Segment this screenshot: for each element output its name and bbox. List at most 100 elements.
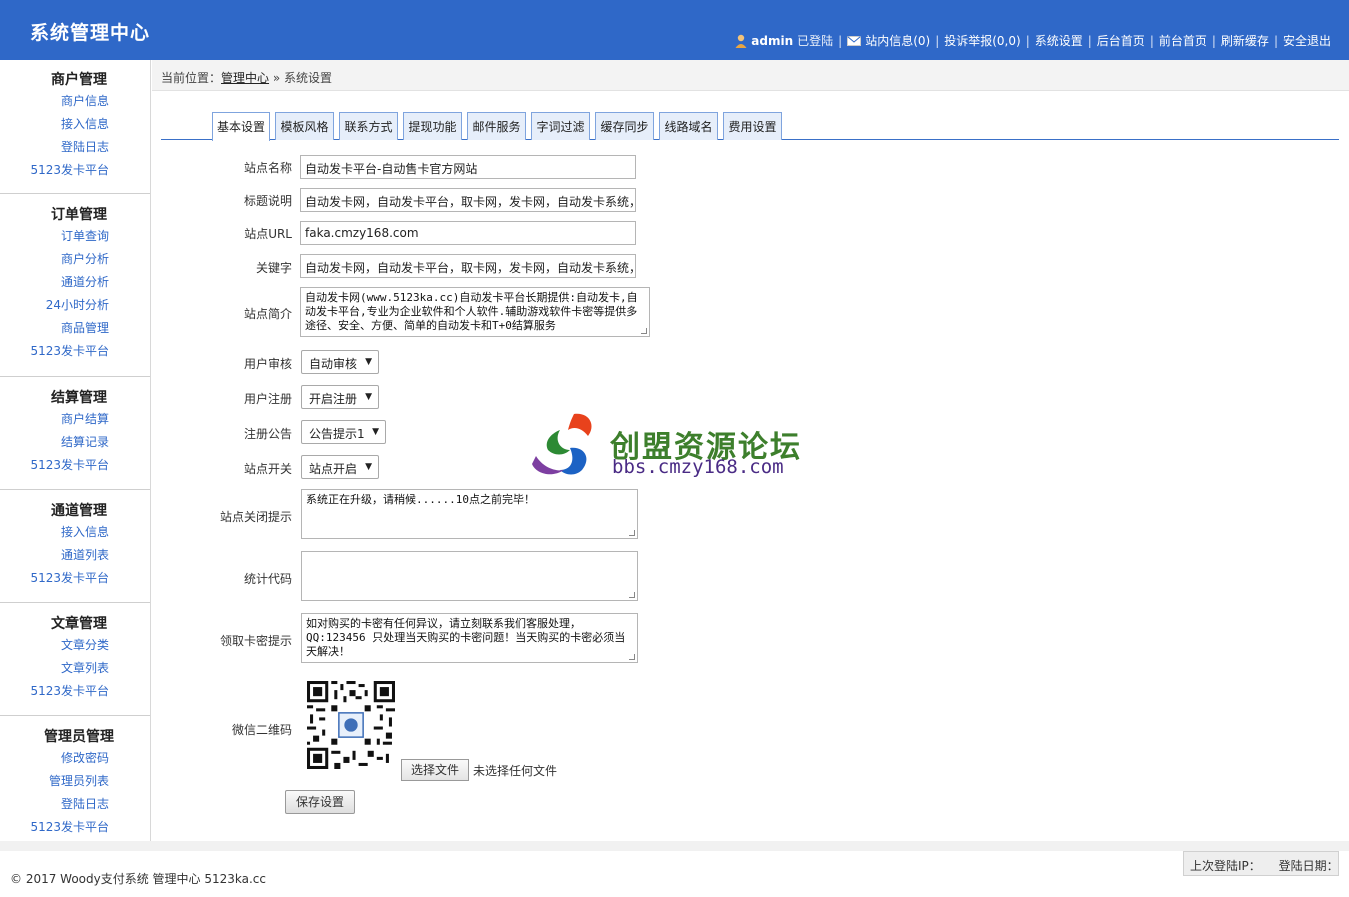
register-notice-select[interactable]: 公告提示1 ▼ (301, 420, 386, 444)
file-status-text: 未选择任何文件 (473, 764, 558, 778)
menu-title: 结算管理 (51, 390, 107, 406)
resize-handle[interactable] (629, 530, 635, 536)
breadcrumb-separator: » (269, 71, 285, 85)
label-site-url: 站点URL (244, 227, 292, 241)
link-admin-home[interactable]: 后台首页 (1097, 32, 1145, 49)
sidebar-item-platform[interactable]: 5123发卡平台 (0, 680, 150, 703)
sidebar-item-admin-list[interactable]: 管理员列表 (0, 770, 150, 793)
resize-handle[interactable] (629, 654, 635, 660)
label-user-register: 用户注册 (243, 392, 292, 406)
site-url-input[interactable]: faka.cmzy168.com (300, 221, 636, 245)
link-complaints[interactable]: 投诉举报(0,0) (944, 32, 1020, 49)
logged-status: 已登陆 (797, 34, 834, 48)
tab-template-style[interactable]: 模板风格 (275, 112, 334, 140)
sidebar-item-login-log[interactable]: 登陆日志 (0, 793, 150, 816)
site-name-input[interactable]: 自动发卡平台-自动售卡官方网站 (300, 155, 636, 179)
breadcrumb-current: 系统设置 (284, 71, 333, 85)
separator: | (1025, 33, 1030, 48)
label-keywords: 关键字 (255, 261, 292, 275)
dropdown-arrow-icon: ▼ (365, 357, 372, 367)
sidebar-item-change-password[interactable]: 修改密码 (0, 747, 150, 770)
label-stats-code: 统计代码 (243, 572, 292, 586)
dropdown-arrow-icon: ▼ (365, 392, 372, 402)
sidebar-item-settlement-records[interactable]: 结算记录 (0, 431, 150, 454)
tab-contact[interactable]: 联系方式 (339, 112, 398, 140)
menu-title: 管理员管理 (44, 729, 114, 745)
sidebar-item-channel-analysis[interactable]: 通道分析 (0, 271, 150, 294)
breadcrumb: 当前位置：管理中心 » 系统设置 (152, 60, 1349, 91)
tab-word-filter[interactable]: 字词过滤 (531, 112, 590, 140)
sidebar-item-24h-analysis[interactable]: 24小时分析 (0, 294, 150, 317)
breadcrumb-link-admin-center[interactable]: 管理中心 (221, 71, 269, 85)
label-user-review: 用户审核 (243, 357, 292, 371)
label-site-intro: 站点简介 (243, 307, 292, 321)
resize-handle[interactable] (629, 592, 635, 598)
sidebar-item-merchant-settlement[interactable]: 商户结算 (0, 408, 150, 431)
separator: | (1211, 33, 1216, 48)
tab-fee-settings[interactable]: 费用设置 (723, 112, 782, 140)
user-icon (735, 34, 747, 48)
copyright-text: © 2017 Woody支付系统 管理中心 5123ka.cc (10, 872, 267, 886)
site-switch-value: 站点开启 (309, 462, 358, 476)
close-tip-textarea[interactable]: 系统正在升级，请稍候......10点之前完毕！ (301, 489, 638, 539)
link-refresh-cache[interactable]: 刷新缓存 (1221, 32, 1269, 49)
admin-username[interactable]: admin (751, 34, 793, 48)
link-messages[interactable]: 站内信息(0) (865, 32, 930, 49)
link-system-settings[interactable]: 系统设置 (1035, 32, 1083, 49)
sidebar-item-article-list[interactable]: 文章列表 (0, 657, 150, 680)
tab-withdraw[interactable]: 提现功能 (403, 112, 462, 140)
last-login-info: 上次登陆IP： 登陆日期： (1183, 851, 1339, 876)
menu-group-channels: 通道管理 接入信息 通道列表 5123发卡平台 (0, 490, 150, 603)
tab-mail-service[interactable]: 邮件服务 (467, 112, 526, 140)
menu-title: 商户管理 (51, 72, 107, 88)
user-register-select[interactable]: 开启注册 ▼ (301, 385, 379, 409)
watermark-swirl-icon (532, 413, 592, 475)
tab-basic-settings[interactable]: 基本设置 (212, 112, 270, 141)
separator: | (1273, 33, 1278, 48)
sidebar-item-channel-list[interactable]: 通道列表 (0, 544, 150, 567)
link-logout[interactable]: 安全退出 (1283, 32, 1331, 49)
label-site-switch: 站点开关 (243, 462, 292, 476)
menu-group-merchant: 商户管理 商户信息 接入信息 登陆日志 5123发卡平台 (0, 60, 150, 194)
resize-handle[interactable] (641, 328, 647, 334)
keywords-input[interactable]: 自动发卡网，自动发卡平台，取卡网，发卡网，自动发卡系统， (300, 254, 636, 278)
card-tip-text: 如对购买的卡密有任何异议，请立刻联系我们客服处理，QQ:123456 只处理当天… (306, 617, 626, 658)
dropdown-arrow-icon: ▼ (365, 462, 372, 472)
sidebar-item-product-management[interactable]: 商品管理 (0, 317, 150, 340)
menu-group-settlement: 结算管理 商户结算 结算记录 5123发卡平台 (0, 377, 150, 490)
sidebar-item-access-info[interactable]: 接入信息 (0, 113, 150, 136)
close-tip-text: 系统正在升级，请稍候......10点之前完毕！ (306, 493, 535, 506)
menu-title: 订单管理 (51, 207, 107, 223)
tab-cache-sync[interactable]: 缓存同步 (595, 112, 654, 140)
link-front-home[interactable]: 前台首页 (1159, 32, 1207, 49)
sidebar-item-order-query[interactable]: 订单查询 (0, 225, 150, 248)
label-register-notice: 注册公告 (243, 427, 292, 441)
stats-code-textarea[interactable] (301, 551, 638, 601)
sidebar-item-access-info[interactable]: 接入信息 (0, 521, 150, 544)
sidebar-item-merchant-info[interactable]: 商户信息 (0, 90, 150, 113)
watermark-logo: 创盟资源论坛 bbs.cmzy168.com (530, 410, 820, 480)
site-intro-textarea[interactable]: 自动发卡网(www.5123ka.cc)自动发卡平台长期提供:自动发卡,自动发卡… (300, 287, 650, 337)
dropdown-arrow-icon: ▼ (372, 427, 379, 437)
sidebar-item-platform[interactable]: 5123发卡平台 (0, 816, 150, 839)
tab-route-domain[interactable]: 线路域名 (659, 112, 718, 140)
title-desc-input[interactable]: 自动发卡网，自动发卡平台，取卡网，发卡网，自动发卡系统， (300, 188, 636, 212)
sidebar-item-login-log[interactable]: 登陆日志 (0, 136, 150, 159)
sidebar-item-platform[interactable]: 5123发卡平台 (0, 159, 150, 182)
site-switch-select[interactable]: 站点开启 ▼ (301, 455, 379, 479)
label-site-name: 站点名称 (243, 161, 292, 175)
card-tip-textarea[interactable]: 如对购买的卡密有任何异议，请立刻联系我们客服处理，QQ:123456 只处理当天… (301, 613, 638, 663)
sidebar-item-merchant-analysis[interactable]: 商户分析 (0, 248, 150, 271)
choose-file-button[interactable]: 选择文件 (401, 759, 469, 781)
user-review-select[interactable]: 自动审核 ▼ (301, 350, 379, 374)
save-settings-button[interactable]: 保存设置 (285, 790, 355, 814)
last-login-ip-label: 上次登陆IP： (1190, 859, 1261, 873)
menu-title: 文章管理 (51, 616, 107, 632)
sidebar-item-article-categories[interactable]: 文章分类 (0, 634, 150, 657)
menu-group-articles: 文章管理 文章分类 文章列表 5123发卡平台 (0, 603, 150, 716)
label-card-tip: 领取卡密提示 (219, 634, 292, 648)
sidebar-item-platform[interactable]: 5123发卡平台 (0, 454, 150, 477)
sidebar-item-platform[interactable]: 5123发卡平台 (0, 340, 150, 363)
sidebar: 商户管理 商户信息 接入信息 登陆日志 5123发卡平台 订单管理 订单查询 商… (0, 60, 151, 841)
sidebar-item-platform[interactable]: 5123发卡平台 (0, 567, 150, 590)
